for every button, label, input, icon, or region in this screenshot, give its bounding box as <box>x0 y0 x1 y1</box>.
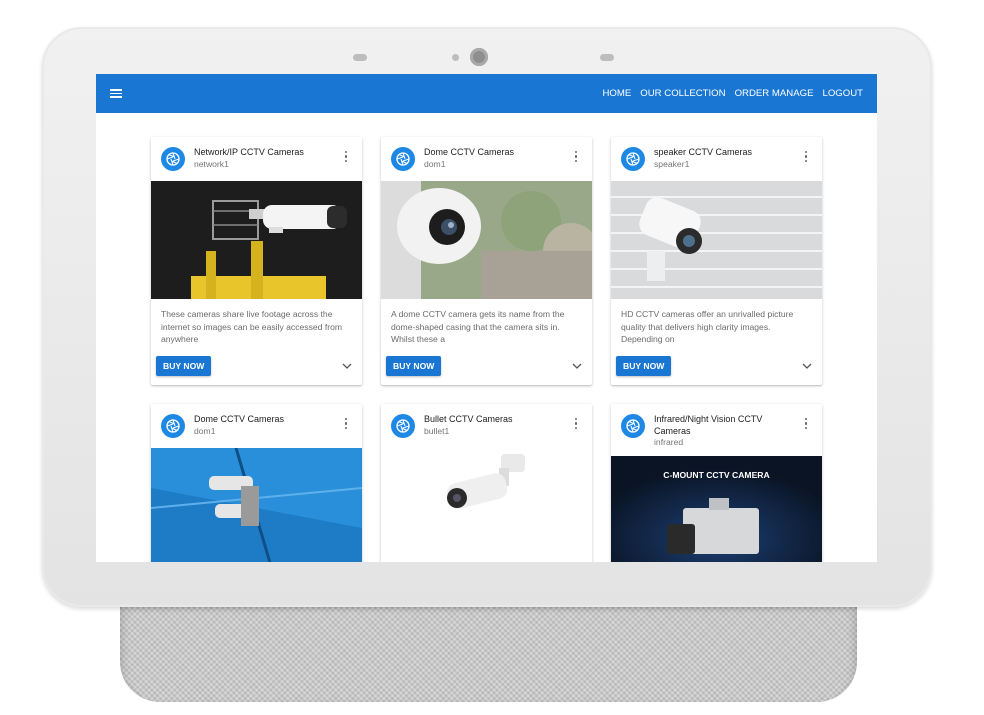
image-caption: C-MOUNT CCTV CAMERA <box>663 470 770 480</box>
card-actions: BUY NOW <box>381 351 592 385</box>
buy-now-button[interactable]: BUY NOW <box>386 356 442 376</box>
card-subtitle: bullet1 <box>424 425 450 436</box>
chevron-down-icon[interactable] <box>340 359 354 373</box>
card-header: Bullet CCTV Cameras bullet1 <box>381 404 592 448</box>
card-header: Infrared/Night Vision CCTV Cameras infra… <box>611 404 822 456</box>
sensor-small <box>452 54 459 61</box>
more-vert-icon[interactable] <box>340 414 352 430</box>
camera-aperture-icon <box>161 147 185 171</box>
card-title: Dome CCTV Cameras <box>424 147 515 157</box>
card-image-bullet-camera <box>381 448 592 562</box>
card-image-speaker-camera <box>611 181 822 299</box>
more-vert-icon[interactable] <box>340 147 352 163</box>
chevron-down-icon[interactable] <box>800 359 814 373</box>
card-image-network-camera <box>151 181 362 299</box>
sensor-left <box>353 54 367 61</box>
buy-now-button[interactable]: BUY NOW <box>156 356 212 376</box>
top-nav: HOME OUR COLLECTION ORDER MANAGE LOGOUT <box>603 88 864 99</box>
app-screen: HOME OUR COLLECTION ORDER MANAGE LOGOUT … <box>96 74 877 562</box>
card-subtitle: network1 <box>194 158 229 169</box>
more-vert-icon[interactable] <box>570 414 582 430</box>
product-card: Bullet CCTV Cameras bullet1 <box>381 404 592 562</box>
nav-order-manage[interactable]: ORDER MANAGE <box>735 88 814 99</box>
product-card: Network/IP CCTV Cameras network1 These c… <box>151 137 362 385</box>
buy-now-button[interactable]: BUY NOW <box>616 356 672 376</box>
card-subtitle: dom1 <box>194 425 216 436</box>
product-card: Dome CCTV Cameras dom1 <box>151 404 362 562</box>
card-header: Dome CCTV Cameras dom1 <box>151 404 362 448</box>
card-actions: BUY NOW <box>151 351 362 385</box>
card-image-dome-camera-sky <box>151 448 362 562</box>
camera-aperture-icon <box>391 147 415 171</box>
card-description: HD CCTV cameras offer an unrivalled pict… <box>621 309 794 345</box>
product-grid: Network/IP CCTV Cameras network1 These c… <box>151 137 822 562</box>
device-camera <box>470 48 488 66</box>
chevron-down-icon[interactable] <box>570 359 584 373</box>
product-card: Infrared/Night Vision CCTV Cameras infra… <box>611 404 822 562</box>
menu-icon[interactable] <box>110 87 126 101</box>
card-title: Network/IP CCTV Cameras <box>194 147 304 157</box>
card-title: Bullet CCTV Cameras <box>424 414 513 424</box>
nav-home[interactable]: HOME <box>603 88 632 99</box>
sensor-right <box>600 54 614 61</box>
product-card: speaker CCTV Cameras speaker1 HD CCTV ca… <box>611 137 822 385</box>
product-card: Dome CCTV Cameras dom1 A dome CCTV camer… <box>381 137 592 385</box>
card-title: speaker CCTV Cameras <box>654 147 753 157</box>
more-vert-icon[interactable] <box>800 147 812 163</box>
nav-our-collection[interactable]: OUR COLLECTION <box>640 88 725 99</box>
more-vert-icon[interactable] <box>800 414 812 430</box>
card-subtitle: speaker1 <box>654 158 690 169</box>
camera-aperture-icon <box>621 147 645 171</box>
camera-aperture-icon <box>391 414 415 438</box>
more-vert-icon[interactable] <box>570 147 582 163</box>
card-title: Infrared/Night Vision CCTV Cameras <box>654 414 763 436</box>
card-description: These cameras share live footage across … <box>161 309 343 345</box>
camera-aperture-icon <box>621 414 645 438</box>
card-title: Dome CCTV Cameras <box>194 414 285 424</box>
card-actions: BUY NOW <box>611 351 822 385</box>
device-stand <box>120 598 857 702</box>
app-bar: HOME OUR COLLECTION ORDER MANAGE LOGOUT <box>96 74 877 113</box>
card-header: Network/IP CCTV Cameras network1 <box>151 137 362 181</box>
card-description: A dome CCTV camera gets its name from th… <box>391 309 565 345</box>
card-subtitle: infrared <box>654 437 684 447</box>
camera-aperture-icon <box>161 414 185 438</box>
nav-logout[interactable]: LOGOUT <box>822 88 863 99</box>
card-header: Dome CCTV Cameras dom1 <box>381 137 592 181</box>
card-subtitle: dom1 <box>424 158 446 169</box>
card-image-c-mount-camera: C-MOUNT CCTV CAMERA <box>611 456 822 562</box>
card-image-dome-camera <box>381 181 592 299</box>
card-header: speaker CCTV Cameras speaker1 <box>611 137 822 181</box>
